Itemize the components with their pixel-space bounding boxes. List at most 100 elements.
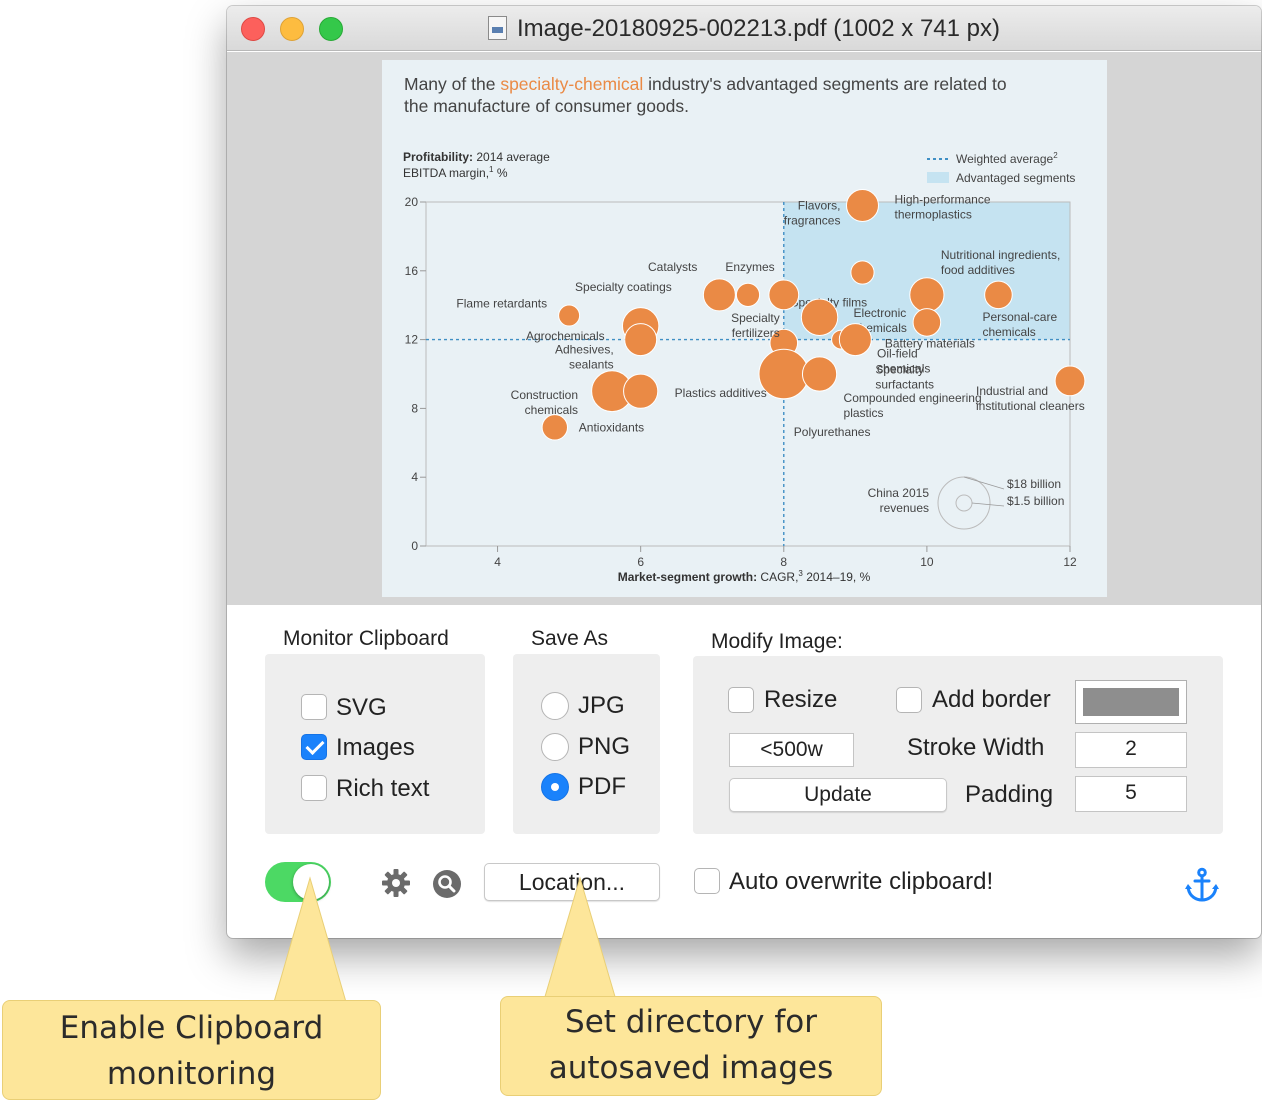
- rich-text-checkbox[interactable]: [301, 775, 327, 801]
- directory-callout-line2: autosaved images: [548, 1050, 834, 1086]
- x-axis-label: Market-segment growth: CAGR,3 2014–19, %: [618, 569, 871, 584]
- auto-overwrite-label: Auto overwrite clipboard!: [729, 868, 994, 895]
- pdf-label: PDF: [578, 773, 626, 800]
- figure-headline-line1: Many of the specialty-chemical industry'…: [404, 74, 1007, 94]
- size-key-label1: China 2015: [868, 486, 930, 500]
- png-label: PNG: [578, 733, 631, 760]
- images-label: Images: [336, 734, 415, 761]
- data-bubble: [558, 304, 581, 327]
- data-label: Specialty coatings: [575, 280, 672, 294]
- update-button[interactable]: Update: [729, 778, 947, 812]
- x-tick-label: 4: [494, 555, 501, 569]
- preview-figure: Many of the specialty-chemical industry'…: [382, 60, 1107, 597]
- svg-checkbox[interactable]: [301, 694, 327, 720]
- size-key-big: $18 billion: [1007, 477, 1061, 491]
- data-bubble: [909, 277, 945, 313]
- data-label: Polyurethanes: [794, 425, 871, 439]
- resize-label: Resize: [764, 686, 838, 713]
- legend-advantaged-swatch: [927, 172, 949, 183]
- data-bubble: [624, 323, 658, 357]
- y-tick-label: 0: [411, 539, 418, 553]
- data-bubble: [850, 260, 875, 285]
- stroke-width-field[interactable]: 2: [1075, 732, 1187, 768]
- size-key-small: $1.5 billion: [1007, 494, 1064, 508]
- app-window: Image-20180925-002213.pdf (1002 x 741 px…: [227, 6, 1261, 938]
- size-key-leader-small: [971, 502, 1005, 507]
- data-label: Specialty fertilizers: [731, 311, 780, 340]
- jpg-radio[interactable]: [541, 692, 569, 720]
- x-tick-label: 10: [920, 555, 934, 569]
- border-color-well[interactable]: [1075, 680, 1187, 724]
- stroke-width-label: Stroke Width: [907, 734, 1045, 761]
- window-title-wrap: Image-20180925-002213.pdf (1002 x 741 px…: [227, 15, 1261, 43]
- data-label: Plastics additives: [675, 386, 767, 400]
- data-label: Flame retardants: [456, 297, 547, 311]
- data-label: Antioxidants: [579, 420, 644, 434]
- x-tick-label: 8: [780, 555, 787, 569]
- size-key-leader-large: [963, 476, 1005, 490]
- data-bubble: [801, 356, 838, 392]
- y-tick-label: 12: [405, 333, 419, 347]
- enable-callout-line2: monitoring: [106, 1056, 277, 1092]
- data-bubble: [838, 323, 872, 357]
- x-tick-label: 6: [637, 555, 644, 569]
- image-preview: Many of the specialty-chemical industry'…: [227, 52, 1261, 605]
- y-axis-label-line1: Profitability: 2014 average: [403, 150, 550, 164]
- legend-advantaged-label: Advantaged segments: [956, 171, 1075, 185]
- data-bubble: [541, 414, 569, 441]
- anchor-icon[interactable]: [1185, 867, 1219, 903]
- data-bubble: [768, 279, 800, 311]
- padding-label: Padding: [965, 781, 1054, 808]
- add-border-checkbox[interactable]: [896, 687, 922, 713]
- title-bar[interactable]: Image-20180925-002213.pdf (1002 x 741 px…: [227, 6, 1261, 51]
- bubble-chart: Many of the specialty-chemical industry'…: [403, 74, 1086, 584]
- monitor-clipboard-heading: Monitor Clipboard: [283, 627, 449, 650]
- save-as-heading: Save As: [531, 627, 609, 650]
- search-icon[interactable]: [432, 869, 462, 899]
- border-color-swatch: [1083, 688, 1179, 716]
- enable-clipboard-callout: Enable Clipboard monitoring: [2, 1000, 381, 1100]
- window-title: Image-20180925-002213.pdf (1002 x 741 px…: [516, 15, 1001, 42]
- size-key-small-circle: [955, 494, 973, 512]
- enable-callout-line1: Enable Clipboard: [59, 1010, 324, 1046]
- y-axis-label-line2: EBITDA margin,1 %: [403, 165, 508, 180]
- data-bubble: [912, 308, 942, 337]
- data-bubble: [1054, 365, 1086, 397]
- jpg-label: JPG: [578, 692, 625, 719]
- data-bubble: [984, 280, 1013, 310]
- data-bubble: [800, 298, 839, 336]
- data-label: Construction chemicals: [511, 388, 578, 417]
- y-tick-label: 16: [405, 264, 419, 278]
- data-label: Adhesives, sealants: [555, 343, 614, 372]
- pdf-document-icon: [487, 16, 507, 40]
- data-bubble: [735, 282, 761, 307]
- data-bubble: [845, 188, 879, 222]
- directory-callout-tail: [543, 876, 617, 1001]
- svg-label: SVG: [336, 694, 387, 721]
- png-radio[interactable]: [541, 733, 569, 761]
- gear-icon[interactable]: [381, 868, 411, 898]
- resize-checkbox[interactable]: [728, 687, 754, 713]
- data-label: Compounded engineering plastics: [844, 391, 982, 420]
- pdf-radio[interactable]: [541, 773, 569, 801]
- y-tick-label: 8: [411, 401, 418, 415]
- directory-callout-line1: Set directory for: [565, 1004, 817, 1040]
- y-tick-label: 20: [405, 195, 419, 209]
- data-label: Enzymes: [725, 260, 774, 274]
- size-key-label2: revenues: [880, 501, 929, 515]
- data-bubble: [623, 373, 659, 409]
- data-label: Agrochemicals: [526, 329, 605, 343]
- y-tick-label: 4: [411, 470, 418, 484]
- figure-headline-line2: the manufacture of consumer goods.: [404, 96, 689, 116]
- rich-text-label: Rich text: [336, 775, 430, 802]
- data-bubble: [702, 278, 736, 312]
- x-tick-label: 12: [1063, 555, 1077, 569]
- data-label: Catalysts: [648, 260, 697, 274]
- autosave-directory-callout: Set directory for autosaved images: [500, 996, 882, 1096]
- auto-overwrite-checkbox[interactable]: [694, 868, 720, 894]
- resize-field[interactable]: <500w: [729, 733, 854, 767]
- legend-weighted-label: Weighted average2: [956, 151, 1058, 166]
- modify-image-heading: Modify Image:: [711, 630, 843, 653]
- padding-field[interactable]: 5: [1075, 776, 1187, 812]
- images-checkbox[interactable]: [301, 734, 327, 760]
